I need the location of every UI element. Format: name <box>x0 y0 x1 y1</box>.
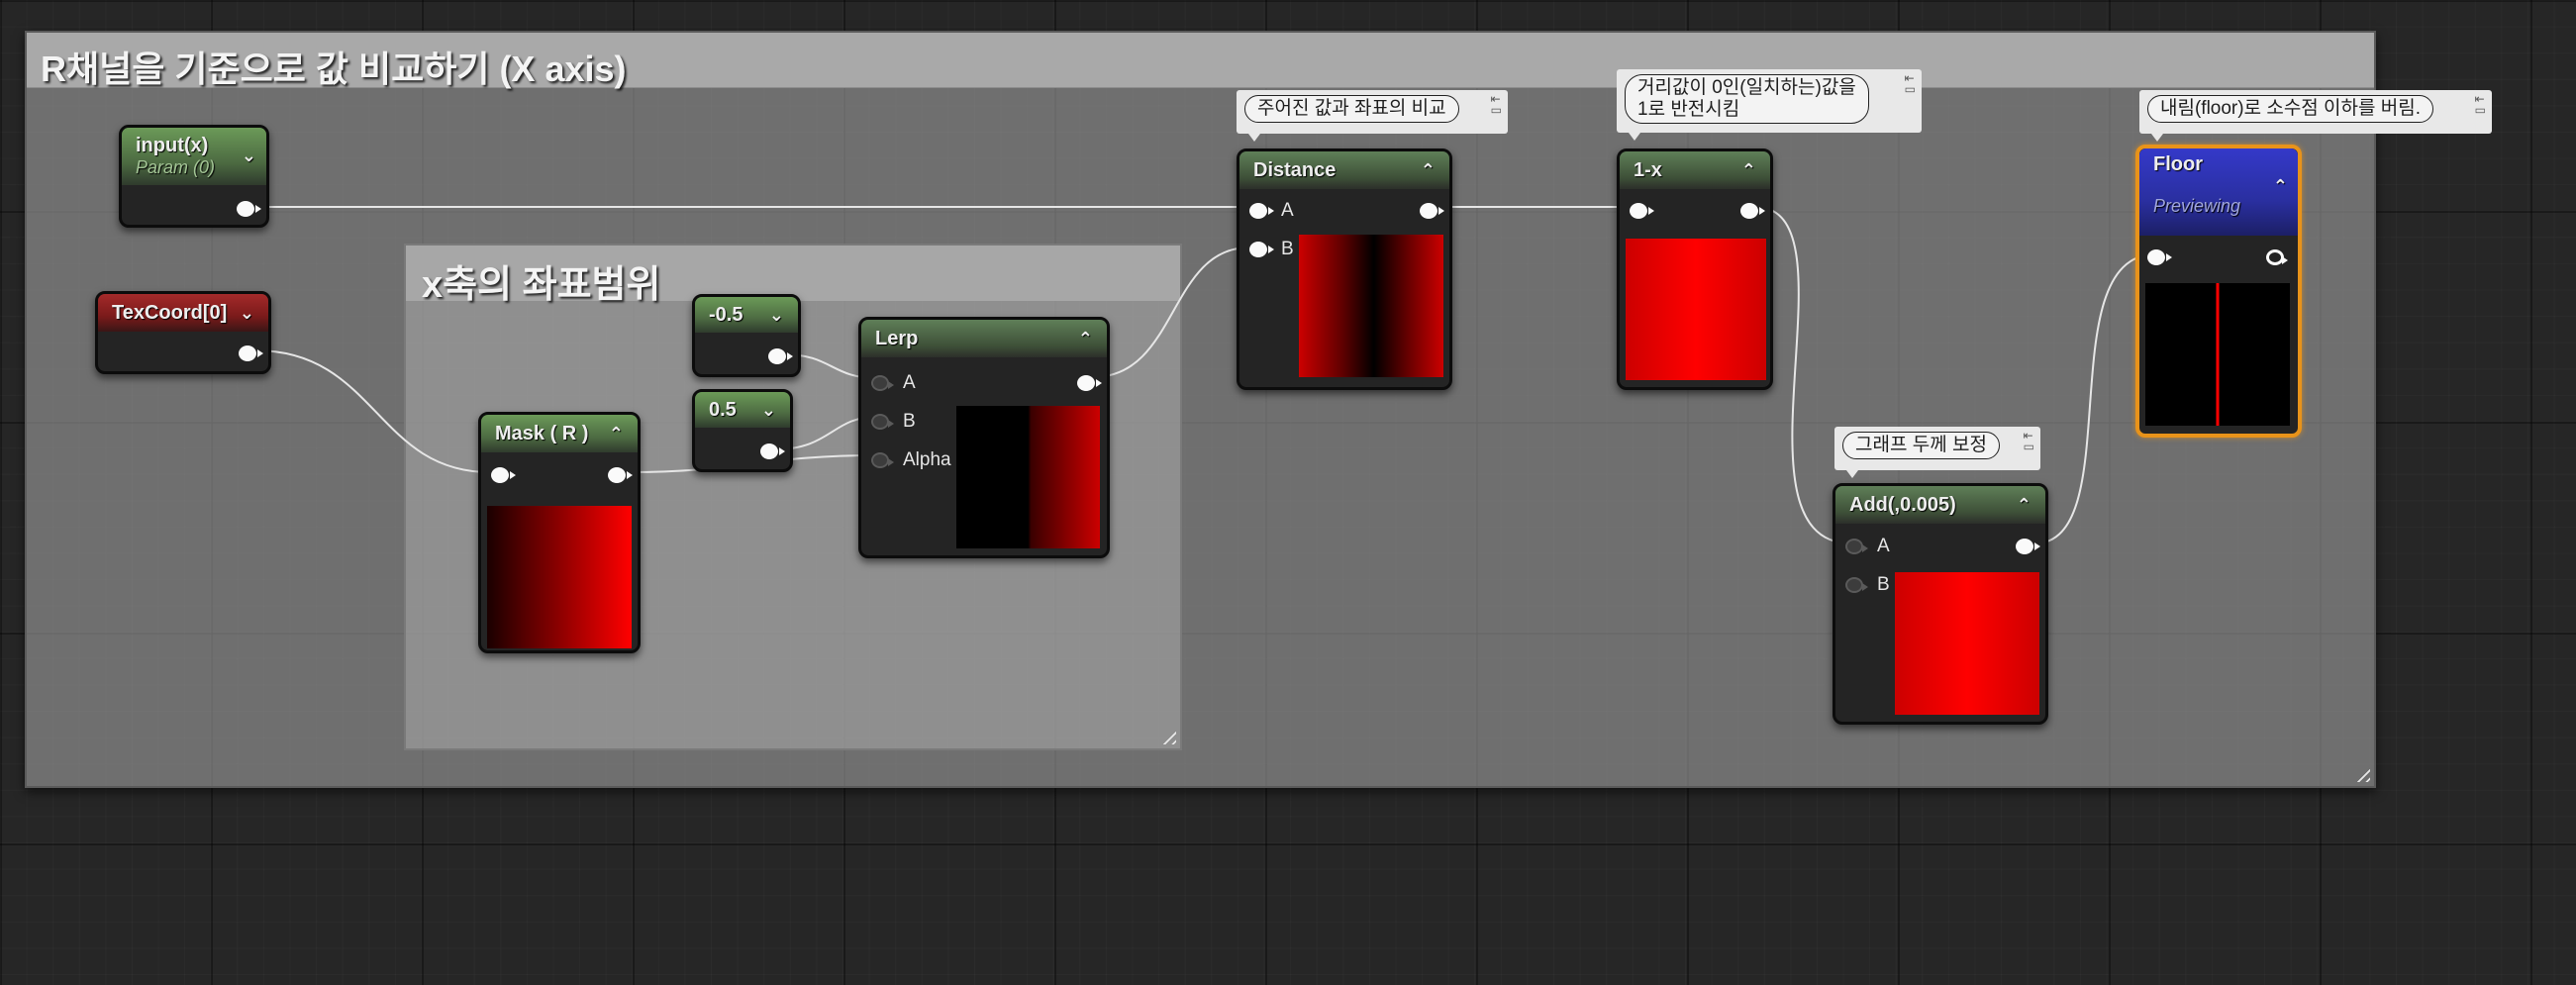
node-texcoord[interactable]: TexCoord[0] ⌄ <box>95 291 271 374</box>
input-pin-a[interactable] <box>1845 539 1868 554</box>
output-pin[interactable] <box>237 201 261 217</box>
node-one-minus[interactable]: 1-x ⌃ <box>1617 148 1773 390</box>
chevron-down-icon[interactable]: ⌄ <box>240 303 254 324</box>
input-pin-alpha[interactable] <box>871 452 894 468</box>
preview-thumbnail <box>956 406 1100 548</box>
node-title: Lerp <box>875 327 919 349</box>
output-pin[interactable] <box>2266 249 2288 265</box>
note-floor[interactable]: 내림(floor)로 소수점 이하를 버림. ⇤ ▭ <box>2139 90 2492 142</box>
node-title: TexCoord[0] <box>112 301 228 324</box>
node-title: Add(,0.005) <box>1849 493 1956 516</box>
output-pin[interactable] <box>608 467 633 483</box>
pin-icon[interactable]: ⇤ ▭ <box>2024 430 2034 452</box>
note-distance[interactable]: 주어진 값과 좌표의 비교 ⇤ ▭ <box>1237 90 1508 142</box>
preview-thumbnail <box>487 506 632 648</box>
output-pin[interactable] <box>768 348 793 364</box>
comment-title-x-range[interactable]: x축의 좌표범위 <box>406 246 1180 306</box>
node-title: Distance <box>1253 158 1337 181</box>
note-add[interactable]: 그래프 두께 보정 ⇤ ▭ <box>1834 427 2040 478</box>
pin-label: B <box>1877 574 1890 595</box>
node-subtitle: Param (0) <box>136 157 216 177</box>
pin-icon[interactable]: ⇤ ▭ <box>2475 93 2486 116</box>
pin-label: B <box>903 411 916 432</box>
node-mask-r[interactable]: Mask ( R ) ⌃ <box>478 412 641 653</box>
output-pin[interactable] <box>239 345 263 361</box>
pin-icon[interactable]: ⇤ ▭ <box>1491 93 1502 116</box>
chevron-down-icon[interactable]: ⌄ <box>242 146 256 166</box>
input-pin[interactable] <box>2147 249 2172 265</box>
input-pin-b[interactable] <box>1249 242 1274 257</box>
preview-thumbnail <box>2145 283 2290 426</box>
chevron-up-icon[interactable]: ⌃ <box>1741 160 1756 181</box>
resize-handle-icon[interactable] <box>1158 727 1176 744</box>
input-pin-a[interactable] <box>1249 203 1274 219</box>
node-add[interactable]: Add(,0.005) ⌃ A B <box>1833 483 2048 725</box>
preview-thumbnail <box>1895 572 2039 715</box>
chevron-up-icon[interactable]: ⌃ <box>1421 160 1436 181</box>
preview-thumbnail <box>1626 239 1766 380</box>
input-pin-a[interactable] <box>871 375 894 391</box>
node-constant-neg-half[interactable]: -0.5 ⌄ <box>692 294 801 377</box>
preview-thumbnail <box>1299 235 1443 377</box>
node-title: 0.5 <box>709 398 737 421</box>
node-title: Floor <box>2153 153 2203 175</box>
output-pin[interactable] <box>2016 539 2040 554</box>
output-pin[interactable] <box>1420 203 1444 219</box>
node-title: 1-x <box>1634 158 1662 181</box>
pin-label: A <box>1877 536 1890 556</box>
note-one-minus[interactable]: 거리값이 0인(일치하는)값을 1로 반전시킴 ⇤ ▭ <box>1617 69 1922 141</box>
node-title: -0.5 <box>709 303 743 326</box>
node-input-param[interactable]: input(x) Param (0) ⌄ <box>119 125 269 228</box>
input-pin-b[interactable] <box>1845 577 1868 593</box>
chevron-up-icon[interactable]: ⌃ <box>609 424 624 444</box>
pin-icon[interactable]: ⇤ ▭ <box>1905 72 1916 95</box>
chevron-down-icon[interactable]: ⌄ <box>761 400 776 421</box>
chevron-up-icon[interactable]: ⌃ <box>2273 176 2288 197</box>
comment-title-main[interactable]: R채널을 기준으로 값 비교하기 (X axis) <box>27 33 2374 89</box>
input-pin-b[interactable] <box>871 414 894 430</box>
note-one-minus-line1: 거리값이 0인(일치하는)값을 <box>1637 77 1856 98</box>
node-title: Mask ( R ) <box>495 422 589 444</box>
node-floor[interactable]: Floor Previewing ⌃ <box>2135 145 2302 438</box>
input-pin[interactable] <box>491 467 516 483</box>
node-lerp[interactable]: Lerp ⌃ A B Alpha <box>858 317 1110 558</box>
node-subtitle: Previewing <box>2153 196 2241 216</box>
output-pin[interactable] <box>1740 203 1765 219</box>
output-pin[interactable] <box>1077 375 1102 391</box>
chevron-up-icon[interactable]: ⌃ <box>2017 495 2031 516</box>
output-pin[interactable] <box>760 443 785 459</box>
node-constant-half[interactable]: 0.5 ⌄ <box>692 389 793 472</box>
pin-label: A <box>903 372 916 393</box>
resize-handle-icon[interactable] <box>2352 764 2370 782</box>
pin-label: B <box>1281 239 1294 259</box>
node-title: input(x) <box>136 135 209 156</box>
node-distance[interactable]: Distance ⌃ A B <box>1237 148 1452 390</box>
chevron-down-icon[interactable]: ⌄ <box>769 305 784 326</box>
chevron-up-icon[interactable]: ⌃ <box>1078 329 1093 349</box>
pin-label: Alpha <box>903 449 951 470</box>
input-pin[interactable] <box>1630 203 1654 219</box>
note-one-minus-line2: 1로 반전시킴 <box>1637 99 1740 120</box>
pin-label: A <box>1281 200 1294 221</box>
